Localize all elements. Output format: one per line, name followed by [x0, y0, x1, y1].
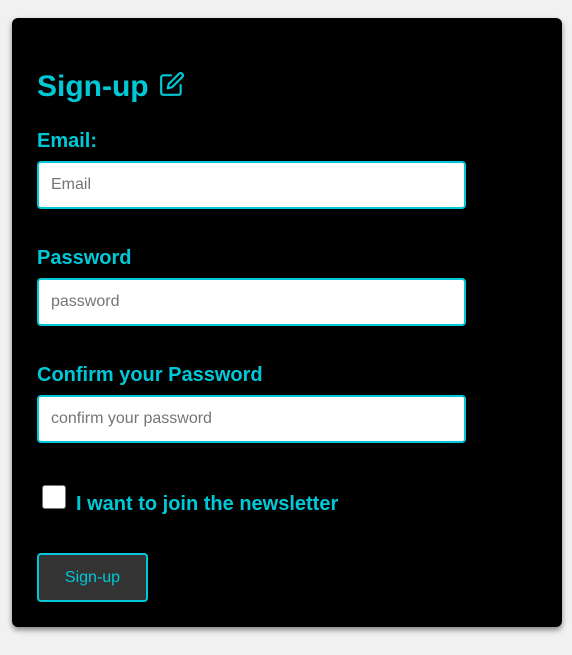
signup-button[interactable]: Sign-up: [37, 553, 148, 602]
newsletter-row: I want to join the newsletter: [42, 485, 338, 515]
edit-icon: [159, 71, 185, 97]
confirm-password-label: Confirm your Password: [37, 364, 263, 386]
form-title: Sign-up: [37, 70, 149, 103]
password-label: Password: [37, 247, 132, 269]
newsletter-label[interactable]: I want to join the newsletter: [76, 493, 338, 516]
password-field[interactable]: [37, 278, 466, 326]
email-field[interactable]: [37, 161, 466, 209]
signup-card: Sign-up Email: Password Confirm your Pas…: [12, 18, 562, 627]
newsletter-checkbox[interactable]: [42, 485, 66, 509]
title-row: Sign-up: [37, 70, 185, 104]
email-label: Email:: [37, 130, 98, 152]
confirm-password-field[interactable]: [37, 395, 466, 443]
